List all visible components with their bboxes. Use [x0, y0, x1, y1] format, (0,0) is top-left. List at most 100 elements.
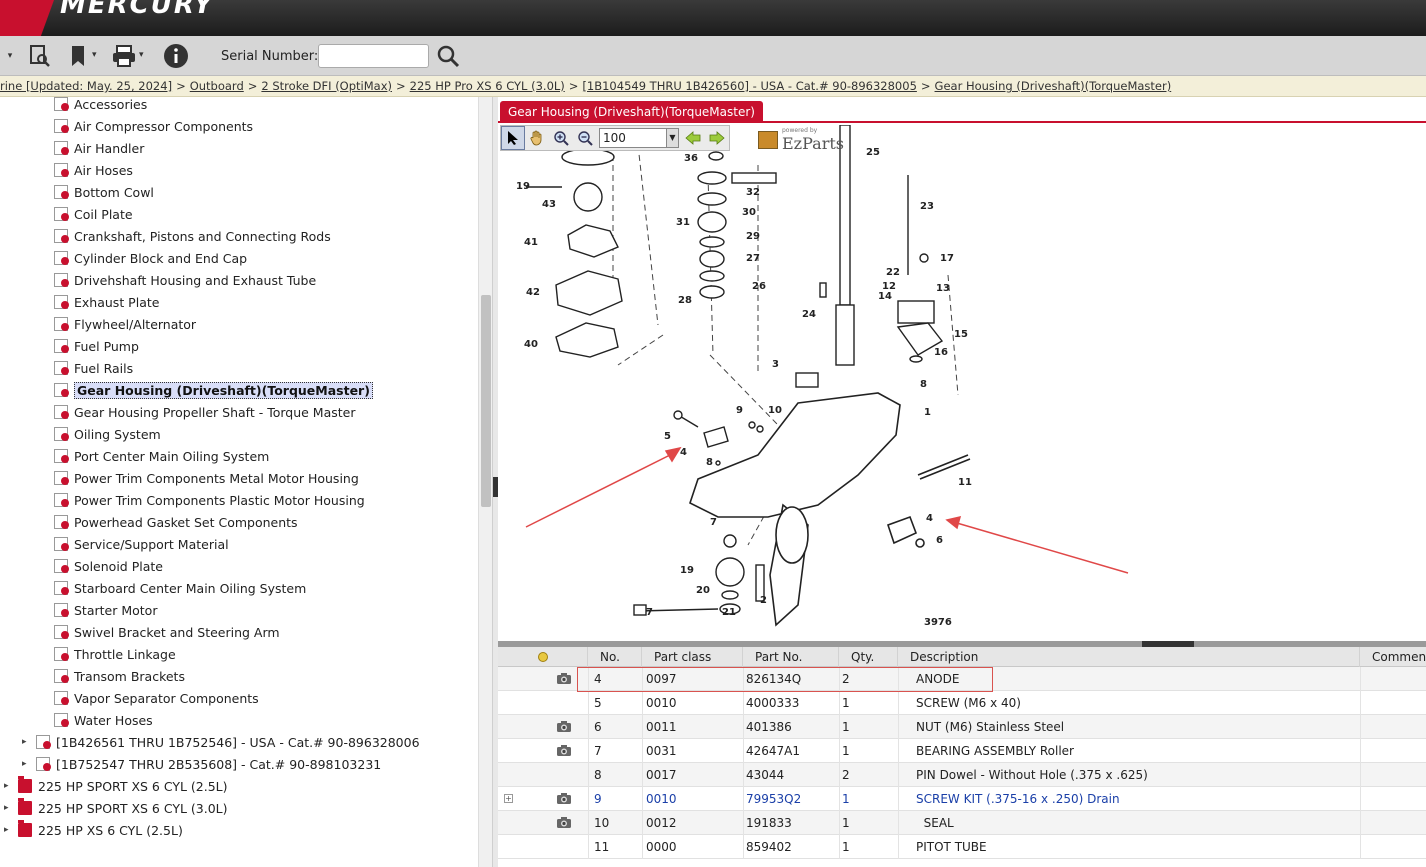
- callout-label[interactable]: 2: [760, 595, 767, 606]
- print-icon[interactable]: [110, 42, 138, 70]
- header-comment[interactable]: Comment: [1360, 647, 1426, 667]
- tree-item[interactable]: Coil Plate: [54, 204, 133, 224]
- tree-item[interactable]: Cylinder Block and End Cap: [54, 248, 247, 268]
- cell-qty[interactable]: 1: [842, 787, 850, 811]
- callout-label[interactable]: 20: [696, 585, 710, 596]
- tree-item[interactable]: Flywheel/Alternator: [54, 314, 196, 334]
- tree-item[interactable]: Air Hoses: [54, 160, 133, 180]
- header-part-no[interactable]: Part No.: [743, 647, 839, 667]
- camera-icon[interactable]: [556, 672, 572, 685]
- tree-sub-catalog[interactable]: [1B752547 THRU 2B535608] - Cat.# 90-8981…: [36, 754, 381, 774]
- tree-item[interactable]: Power Trim Components Plastic Motor Hous…: [54, 490, 365, 510]
- callout-label[interactable]: 32: [746, 187, 760, 198]
- diagram-viewer[interactable]: 36 19 43 41 42 40 32 31 30 29 27 26 28 25 23 17 22 12 13 14…: [498, 125, 1426, 641]
- tree-scrollbar[interactable]: [478, 97, 492, 867]
- tree-item[interactable]: Vapor Separator Components: [54, 688, 259, 708]
- search-document-icon[interactable]: [26, 42, 54, 70]
- zoom-out-icon[interactable]: [573, 126, 597, 150]
- camera-icon[interactable]: [556, 720, 572, 733]
- callout-label[interactable]: 19: [680, 565, 694, 576]
- callout-label[interactable]: 1: [924, 407, 931, 418]
- pointer-icon[interactable]: [501, 126, 525, 150]
- callout-label[interactable]: 17: [940, 253, 954, 264]
- tree-model[interactable]: 225 HP SPORT XS 6 CYL (2.5L): [18, 776, 228, 796]
- cell-part-class[interactable]: 0010: [646, 787, 677, 811]
- table-row[interactable]: 11 0000 859402 1 PITOT TUBE: [498, 835, 1426, 859]
- tree-sub-catalog[interactable]: [1B426561 THRU 1B752546] - USA - Cat.# 9…: [36, 732, 420, 752]
- tree-item[interactable]: Transom Brackets: [54, 666, 185, 686]
- table-row[interactable]: 6 0011 401386 1 NUT (M6) Stainless Steel: [498, 715, 1426, 739]
- callout-label[interactable]: 6: [936, 535, 943, 546]
- callout-label[interactable]: 25: [866, 147, 880, 158]
- exploded-diagram[interactable]: 361943414240323130292726282523172212 1314…: [498, 125, 1426, 641]
- callout-label[interactable]: 7: [710, 517, 717, 528]
- callout-label[interactable]: 5: [664, 431, 671, 442]
- callout-label[interactable]: 4: [926, 513, 933, 524]
- tree-item[interactable]: Starboard Center Main Oiling System: [54, 578, 306, 598]
- table-row[interactable]: 10 0012 191833 1 SEAL: [498, 811, 1426, 835]
- callout-label[interactable]: 30: [742, 207, 756, 218]
- callout-label[interactable]: 28: [678, 295, 692, 306]
- callout-label[interactable]: 42: [526, 287, 540, 298]
- callout-label[interactable]: 41: [524, 237, 538, 248]
- expand-arrow-icon[interactable]: ▸: [22, 759, 27, 769]
- tree-item[interactable]: Powerhead Gasket Set Components: [54, 512, 298, 532]
- callout-label[interactable]: 16: [934, 347, 948, 358]
- tree-item[interactable]: Fuel Pump: [54, 336, 139, 356]
- tree-item[interactable]: Water Hoses: [54, 710, 153, 730]
- pan-hand-icon[interactable]: [525, 126, 549, 150]
- callout-label[interactable]: 4: [680, 447, 687, 458]
- tree-item[interactable]: Fuel Rails: [54, 358, 133, 378]
- tree-model[interactable]: 225 HP XS 6 CYL (2.5L): [18, 820, 183, 840]
- callout-label[interactable]: 24: [802, 309, 816, 320]
- tree-item[interactable]: Service/Support Material: [54, 534, 229, 554]
- callout-label[interactable]: 21: [722, 607, 736, 618]
- callout-label[interactable]: 43: [542, 199, 556, 210]
- table-row[interactable]: 8 0017 43044 2 PIN Dowel - Without Hole (.37…: [498, 763, 1426, 787]
- callout-label[interactable]: 29: [746, 231, 760, 242]
- callout-label[interactable]: 27: [746, 253, 760, 264]
- callout-label[interactable]: 19: [516, 181, 530, 192]
- expand-arrow-icon[interactable]: ▸: [4, 803, 9, 813]
- callout-label[interactable]: 22: [886, 267, 900, 278]
- tab-gear-housing[interactable]: Gear Housing (Driveshaft)(TorqueMaster): [500, 101, 763, 123]
- tree-item[interactable]: Swivel Bracket and Steering Arm: [54, 622, 280, 642]
- expand-arrow-icon[interactable]: ▸: [4, 781, 9, 791]
- tree-item[interactable]: Throttle Linkage: [54, 644, 176, 664]
- breadcrumb-item-serial-range[interactable]: [1B104549 THRU 1B426560] - USA - Cat.# 9…: [582, 79, 916, 93]
- camera-icon[interactable]: [556, 816, 572, 829]
- callout-label[interactable]: 26: [752, 281, 766, 292]
- expand-row-icon[interactable]: +: [504, 794, 513, 803]
- table-row[interactable]: +9 0010 79953Q2 1 SCREW KIT (.375-16 x .250)…: [498, 787, 1426, 811]
- arrow-left-icon[interactable]: [681, 126, 705, 150]
- zoom-level-input[interactable]: 100 ▼: [599, 128, 679, 148]
- cell-description[interactable]: SCREW KIT (.375-16 x .250) Drain: [916, 787, 1120, 811]
- callout-label[interactable]: 31: [676, 217, 690, 228]
- scroll-thumb[interactable]: [481, 295, 491, 507]
- callout-label[interactable]: 7: [646, 607, 653, 618]
- header-no[interactable]: No.: [588, 647, 642, 667]
- callout-label[interactable]: 11: [958, 477, 972, 488]
- camera-icon[interactable]: [556, 744, 572, 757]
- expand-arrow-icon[interactable]: ▸: [4, 825, 9, 835]
- tree-item[interactable]: Bottom Cowl: [54, 182, 154, 202]
- cell-no[interactable]: 9: [594, 787, 602, 811]
- tree-item[interactable]: Starter Motor: [54, 600, 157, 620]
- callout-label[interactable]: 23: [920, 201, 934, 212]
- arrow-right-icon[interactable]: [705, 126, 729, 150]
- camera-icon[interactable]: [556, 792, 572, 805]
- table-row[interactable]: 4 0097 826134Q 2 ANODE: [498, 667, 1426, 691]
- cell-part-no[interactable]: 79953Q2: [746, 787, 801, 811]
- tree-item[interactable]: Air Compressor Components: [54, 116, 253, 136]
- print-dropdown-icon[interactable]: ▾: [139, 50, 144, 60]
- breadcrumb-item-current[interactable]: Gear Housing (Driveshaft)(TorqueMaster): [935, 79, 1172, 93]
- callout-label[interactable]: 9: [736, 405, 743, 416]
- tree-item[interactable]: Oiling System: [54, 424, 161, 444]
- expand-arrow-icon[interactable]: ▸: [22, 737, 27, 747]
- bookmark-icon[interactable]: [64, 42, 92, 70]
- table-row[interactable]: 5 0010 4000333 1 SCREW (M6 x 40): [498, 691, 1426, 715]
- callout-label[interactable]: 8: [706, 457, 713, 468]
- bookmark-dropdown-icon[interactable]: ▾: [92, 50, 97, 60]
- breadcrumb-item-catalog[interactable]: rine [Updated: May. 25, 2024]: [0, 79, 172, 93]
- callout-label[interactable]: 13: [936, 283, 950, 294]
